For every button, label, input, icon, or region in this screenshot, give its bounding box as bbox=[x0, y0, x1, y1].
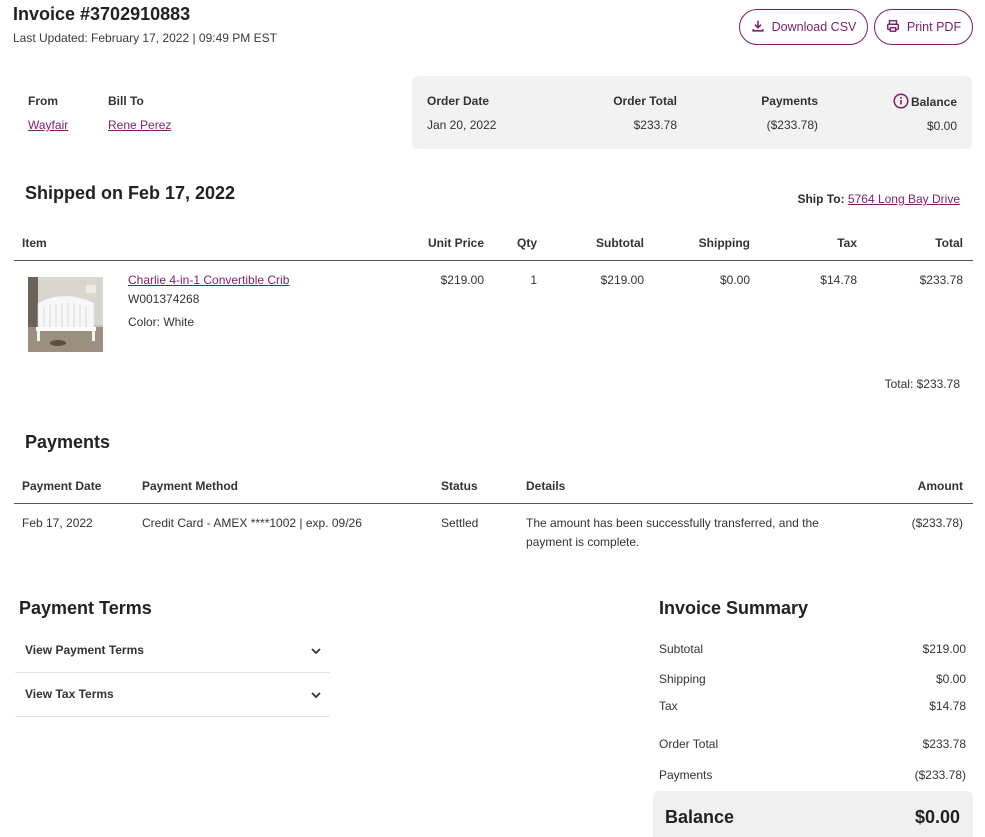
payments-table-divider bbox=[14, 503, 973, 504]
order-date-label: Order Date bbox=[427, 94, 490, 108]
invoice-title: Invoice #3702910883 bbox=[13, 4, 191, 24]
ship-to: Ship To: 5764 Long Bay Drive bbox=[760, 192, 960, 206]
col-payment-method: Payment Method bbox=[142, 479, 239, 493]
payment-details-line2: payment is complete. bbox=[526, 535, 640, 549]
chevron-down-icon bbox=[310, 645, 322, 657]
download-icon bbox=[751, 19, 765, 36]
bill-to-link[interactable]: Rene Perez bbox=[108, 118, 171, 132]
col-qty: Qty bbox=[516, 236, 537, 250]
bill-to-label: Bill To bbox=[108, 94, 144, 108]
download-csv-button[interactable]: Download CSV bbox=[739, 9, 868, 45]
item-tax: $14.78 bbox=[820, 273, 857, 287]
last-updated: Last Updated: February 17, 2022 | 09:49 … bbox=[13, 31, 277, 45]
summary-tax-label: Tax bbox=[659, 699, 678, 713]
col-details: Details bbox=[526, 479, 566, 493]
col-total: Total bbox=[935, 236, 963, 250]
payments-value: ($233.78) bbox=[766, 118, 818, 132]
view-tax-terms-label: View Tax Terms bbox=[25, 687, 114, 701]
item-qty: 1 bbox=[530, 273, 537, 287]
download-csv-label: Download CSV bbox=[771, 20, 857, 34]
print-pdf-button[interactable]: Print PDF bbox=[874, 9, 973, 45]
order-total-label: Order Total bbox=[613, 94, 677, 108]
col-tax: Tax bbox=[837, 236, 857, 250]
product-image[interactable] bbox=[28, 277, 103, 352]
shipment-total: Total: $233.78 bbox=[884, 377, 960, 391]
col-amount: Amount bbox=[917, 479, 963, 493]
summary-balance-value: $0.00 bbox=[914, 807, 960, 827]
balance-value: $0.00 bbox=[926, 119, 957, 133]
col-shipping: Shipping bbox=[698, 236, 750, 250]
summary-shipping-label: Shipping bbox=[659, 672, 706, 686]
summary-tax-value: $14.78 bbox=[929, 699, 966, 713]
ship-to-address-link[interactable]: 5764 Long Bay Drive bbox=[848, 192, 960, 206]
chevron-down-icon bbox=[310, 689, 322, 701]
item-total: $233.78 bbox=[919, 273, 963, 287]
payment-date: Feb 17, 2022 bbox=[22, 516, 93, 530]
summary-payments-value: ($233.78) bbox=[914, 768, 966, 782]
shipment-title: Shipped on Feb 17, 2022 bbox=[25, 183, 236, 203]
summary-order-total-value: $233.78 bbox=[922, 737, 966, 751]
balance-label: Balance bbox=[910, 95, 957, 109]
invoice-summary-title: Invoice Summary bbox=[659, 598, 809, 618]
payments-title: Payments bbox=[25, 432, 111, 452]
summary-balance-label: Balance bbox=[665, 807, 735, 827]
summary-subtotal-value: $219.00 bbox=[922, 642, 966, 656]
product-name-link[interactable]: Charlie 4-in-1 Convertible Crib bbox=[128, 273, 289, 287]
printer-icon bbox=[886, 19, 900, 36]
col-payment-date: Payment Date bbox=[22, 479, 102, 493]
ship-to-label: Ship To: bbox=[797, 192, 845, 206]
product-color: Color: White bbox=[128, 315, 195, 329]
item-shipping: $0.00 bbox=[719, 273, 750, 287]
summary-payments-label: Payments bbox=[659, 768, 713, 782]
summary-subtotal-label: Subtotal bbox=[659, 642, 704, 656]
payment-status: Settled bbox=[441, 516, 479, 530]
payment-method: Credit Card - AMEX ****1002 | exp. 09/26 bbox=[142, 516, 362, 530]
terms-divider bbox=[15, 716, 330, 717]
from-label: From bbox=[28, 94, 58, 108]
product-sku: W001374268 bbox=[128, 292, 200, 306]
col-item: Item bbox=[22, 236, 47, 250]
terms-divider bbox=[15, 672, 330, 673]
item-unit-price: $219.00 bbox=[440, 273, 484, 287]
item-subtotal: $219.00 bbox=[600, 273, 644, 287]
print-pdf-label: Print PDF bbox=[906, 20, 962, 34]
summary-order-total-label: Order Total bbox=[659, 737, 719, 751]
col-subtotal: Subtotal bbox=[596, 236, 644, 250]
order-summary-panel bbox=[412, 76, 972, 149]
shipment-table-divider bbox=[14, 260, 973, 261]
summary-shipping-value: $0.00 bbox=[935, 672, 966, 686]
payment-amount: ($233.78) bbox=[911, 516, 963, 530]
payments-label: Payments bbox=[761, 94, 818, 108]
from-link[interactable]: Wayfair bbox=[28, 118, 68, 132]
view-payment-terms-accordion[interactable]: View Payment Terms bbox=[15, 630, 330, 673]
col-unit-price: Unit Price bbox=[427, 236, 484, 250]
payment-details-line1: The amount has been successfully transfe… bbox=[526, 516, 819, 530]
view-tax-terms-accordion[interactable]: View Tax Terms bbox=[15, 674, 330, 717]
order-total-value: $233.78 bbox=[633, 118, 677, 132]
view-payment-terms-label: View Payment Terms bbox=[25, 643, 144, 657]
col-status: Status bbox=[441, 479, 478, 493]
payment-terms-title: Payment Terms bbox=[19, 598, 152, 618]
order-date-value: Jan 20, 2022 bbox=[427, 118, 497, 132]
